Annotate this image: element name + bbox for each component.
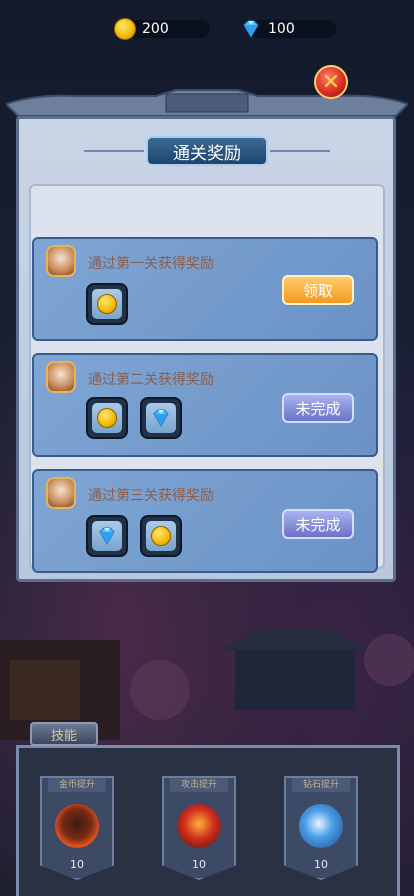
close-icon: ✕ (321, 69, 341, 95)
skill-level: 10 (192, 858, 206, 871)
skill-card-attack[interactable]: 攻击提升 10 (162, 776, 236, 880)
incomplete-button[interactable]: 未完成 (282, 509, 354, 539)
close-button[interactable]: ✕ (314, 65, 348, 99)
coin-value: 200 (142, 21, 169, 37)
skill-level: 10 (70, 858, 84, 871)
coin-icon (151, 526, 171, 546)
coin-icon (97, 408, 117, 428)
character-avatar-icon (46, 477, 76, 509)
coin-icon (114, 18, 136, 40)
title-divider-right (270, 150, 330, 152)
diamond-boost-icon (299, 804, 343, 848)
reward-slot (86, 515, 128, 557)
gem-counter: 100 (240, 18, 336, 40)
reward-row-1: 通过第一关获得奖励 领取 (32, 237, 378, 341)
skill-ribbon: 钻石提升 (292, 778, 350, 792)
character-avatar-icon (46, 361, 76, 393)
panel-title-text: 通关奖励 (173, 143, 241, 164)
reward-row-title: 通过第三关获得奖励 (88, 488, 214, 504)
coin-icon (97, 294, 117, 314)
background-scene (0, 630, 414, 740)
gem-value: 100 (268, 21, 295, 37)
title-divider-left (84, 150, 144, 152)
attack-boost-icon (177, 804, 221, 848)
skill-card-diamond[interactable]: 钻石提升 10 (284, 776, 358, 880)
skills-tab[interactable]: 技能 (30, 722, 98, 746)
reward-row-title: 通过第一关获得奖励 (88, 256, 214, 272)
claim-button[interactable]: 领取 (282, 275, 354, 305)
incomplete-button[interactable]: 未完成 (282, 393, 354, 423)
reward-slot (140, 515, 182, 557)
diamond-icon (99, 527, 115, 545)
diamond-icon (243, 20, 259, 38)
character-avatar-icon (46, 245, 76, 277)
panel-title: 通关奖励 (146, 136, 268, 166)
skill-ribbon: 攻击提升 (170, 778, 228, 792)
diamond-icon (153, 409, 169, 427)
reward-slot (86, 397, 128, 439)
skill-card-coin[interactable]: 金币提升 10 (40, 776, 114, 880)
reward-row-title: 通过第二关获得奖励 (88, 372, 214, 388)
reward-slot (140, 397, 182, 439)
coin-counter: 200 (114, 18, 210, 40)
reward-slot (86, 283, 128, 325)
reward-row-3: 通过第三关获得奖励 未完成 (32, 469, 378, 573)
skill-ribbon: 金币提升 (48, 778, 106, 792)
skill-level: 10 (314, 858, 328, 871)
coin-boost-icon (55, 804, 99, 848)
reward-row-2: 通过第二关获得奖励 未完成 (32, 353, 378, 457)
